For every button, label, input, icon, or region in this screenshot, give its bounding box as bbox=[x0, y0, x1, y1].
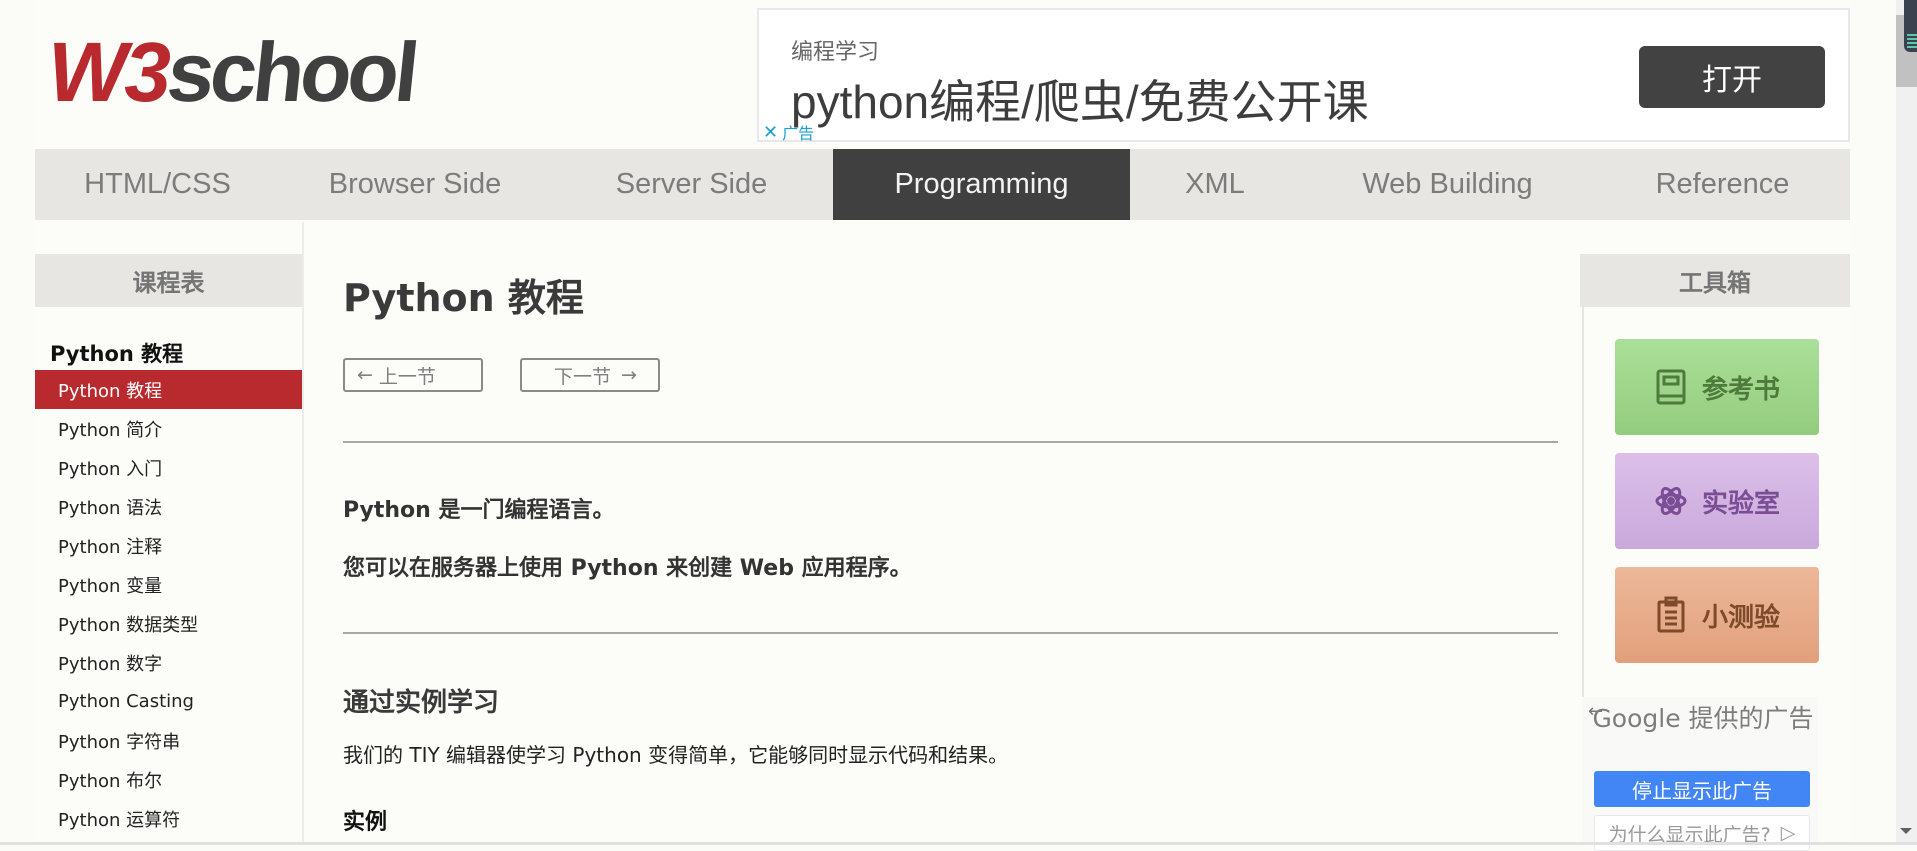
ad-choices[interactable]: ✕ 广告 bbox=[763, 120, 814, 144]
section-heading: 通过实例学习 bbox=[343, 688, 500, 718]
quiz-label: 小测验 bbox=[1701, 602, 1780, 633]
intro-lead-1: Python 是一门编程语言。 bbox=[343, 498, 615, 523]
lab-button[interactable]: 实验室 bbox=[1615, 453, 1819, 549]
ad-open-button[interactable]: 打开 bbox=[1639, 46, 1825, 108]
why-this-ad-button[interactable]: 为什么显示此广告? ▷ bbox=[1594, 815, 1810, 851]
sidebar-item-python-strings[interactable]: Python 字符串 bbox=[35, 721, 302, 760]
close-x-icon[interactable]: ✕ bbox=[763, 122, 778, 143]
top-navigation: HTML/CSS Browser Side Server Side Progra… bbox=[35, 149, 1850, 220]
quiz-button[interactable]: 小测验 bbox=[1615, 567, 1819, 663]
ad-kicker: 编程学习 bbox=[791, 40, 880, 65]
nav-tab-server-side[interactable]: Server Side bbox=[550, 149, 833, 220]
sidebar-header-toolbox: 工具箱 bbox=[1580, 254, 1850, 307]
sidebar-header-course-list: 课程表 bbox=[35, 254, 302, 307]
sidebar-item-python-numbers[interactable]: Python 数字 bbox=[35, 643, 302, 682]
reference-book-label: 参考书 bbox=[1701, 374, 1780, 405]
nav-tab-reference[interactable]: Reference bbox=[1595, 149, 1850, 220]
arrow-left-icon: ← bbox=[357, 364, 373, 386]
ad-banner[interactable]: 编程学习 python编程/爬虫/免费公开课 打开 ✕ 广告 bbox=[757, 8, 1850, 144]
scroll-down-arrow-icon[interactable] bbox=[1900, 828, 1912, 834]
google-ad-title: Google 提供的广告 bbox=[1592, 704, 1814, 733]
sidebar-item-python-intro[interactable]: Python 简介 bbox=[35, 409, 302, 448]
sidebar-item-python-comments[interactable]: Python 注释 bbox=[35, 526, 302, 565]
google-ad-feedback: ← Google 提供的广告 停止显示此广告 为什么显示此广告? ▷ bbox=[1582, 697, 1818, 851]
sidebar-section-title: Python 教程 bbox=[50, 341, 184, 366]
system-widget-icon bbox=[1904, 0, 1917, 52]
sidebar-list: Python 教程 Python 简介 Python 入门 Python 语法 … bbox=[35, 370, 302, 838]
nav-tab-xml[interactable]: XML bbox=[1130, 149, 1300, 220]
arrow-right-icon: → bbox=[621, 364, 637, 386]
clipboard-icon bbox=[1657, 596, 1685, 633]
sidebar-item-python-casting[interactable]: Python Casting bbox=[35, 682, 302, 721]
vertical-scrollbar[interactable] bbox=[1896, 0, 1917, 845]
lab-label: 实验室 bbox=[1701, 488, 1780, 519]
nav-tab-web-building[interactable]: Web Building bbox=[1300, 149, 1595, 220]
sidebar-item-python-syntax[interactable]: Python 语法 bbox=[35, 487, 302, 526]
book-icon bbox=[1656, 369, 1686, 405]
logo-school: school bbox=[163, 25, 420, 119]
left-sidebar: 课程表 Python 教程 Python 教程 Python 简介 Python… bbox=[35, 222, 304, 845]
atom-icon bbox=[1655, 487, 1687, 515]
divider bbox=[343, 632, 1558, 634]
prev-label: 上一节 bbox=[378, 365, 436, 388]
page-title: Python 教程 bbox=[343, 276, 584, 320]
example-heading: 实例 bbox=[343, 810, 388, 835]
adchoices-icon: ▷ bbox=[1780, 822, 1796, 844]
toolbox-panel: 参考书 实验室 小测验 bbox=[1582, 307, 1850, 697]
intro-lead-2: 您可以在服务器上使用 Python 来创建 Web 应用程序。 bbox=[343, 556, 912, 581]
sidebar-item-python-tutorial[interactable]: Python 教程 bbox=[35, 370, 302, 409]
prev-section-button[interactable]: ← 上一节 bbox=[343, 358, 483, 392]
logo-w3: W3 bbox=[48, 25, 171, 119]
w3school-logo[interactable]: W3 school bbox=[48, 25, 420, 119]
reference-book-button[interactable]: 参考书 bbox=[1615, 339, 1819, 435]
ad-headline[interactable]: python编程/爬虫/免费公开课 bbox=[791, 66, 1369, 132]
divider bbox=[343, 441, 1558, 443]
sidebar-item-python-data-types[interactable]: Python 数据类型 bbox=[35, 604, 302, 643]
sidebar-item-python-booleans[interactable]: Python 布尔 bbox=[35, 760, 302, 799]
nav-tab-browser-side[interactable]: Browser Side bbox=[280, 149, 550, 220]
sidebar-item-python-variables[interactable]: Python 变量 bbox=[35, 565, 302, 604]
ad-label: 广告 bbox=[782, 124, 815, 143]
next-label: 下一节 bbox=[554, 365, 612, 388]
nav-tab-programming[interactable]: Programming bbox=[833, 149, 1130, 220]
stop-showing-ad-button[interactable]: 停止显示此广告 bbox=[1594, 771, 1810, 807]
next-section-button[interactable]: 下一节 → bbox=[520, 358, 660, 392]
section-paragraph: 我们的 TIY 编辑器使学习 Python 变得简单，它能够同时显示代码和结果。 bbox=[343, 743, 1009, 767]
sidebar-item-python-operators[interactable]: Python 运算符 bbox=[35, 799, 302, 838]
sidebar-item-python-getting-started[interactable]: Python 入门 bbox=[35, 448, 302, 487]
nav-tab-html-css[interactable]: HTML/CSS bbox=[35, 149, 280, 220]
